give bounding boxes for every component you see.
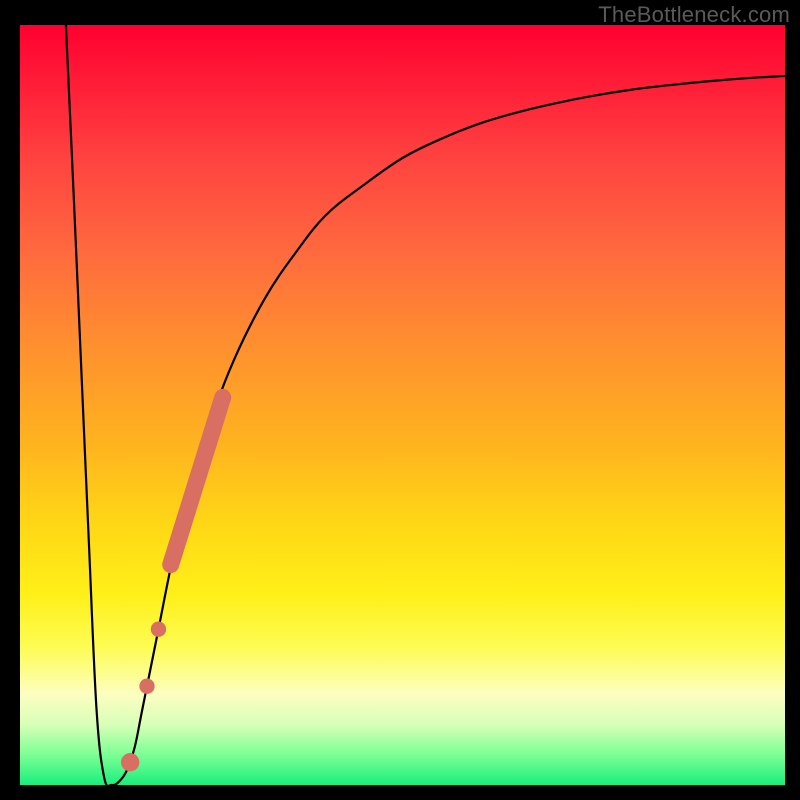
salmon-dot-3 <box>121 753 139 771</box>
salmon-dot-2 <box>139 679 154 694</box>
salmon-dot-1 <box>151 622 166 637</box>
bottleneck-curve <box>66 25 785 786</box>
plot-area <box>20 25 785 785</box>
watermark-text: TheBottleneck.com <box>598 2 790 28</box>
curve-layer <box>66 25 785 786</box>
salmon-segment <box>171 397 223 564</box>
marker-layer <box>121 397 223 771</box>
curve-svg <box>20 25 785 785</box>
chart-frame: TheBottleneck.com <box>0 0 800 800</box>
